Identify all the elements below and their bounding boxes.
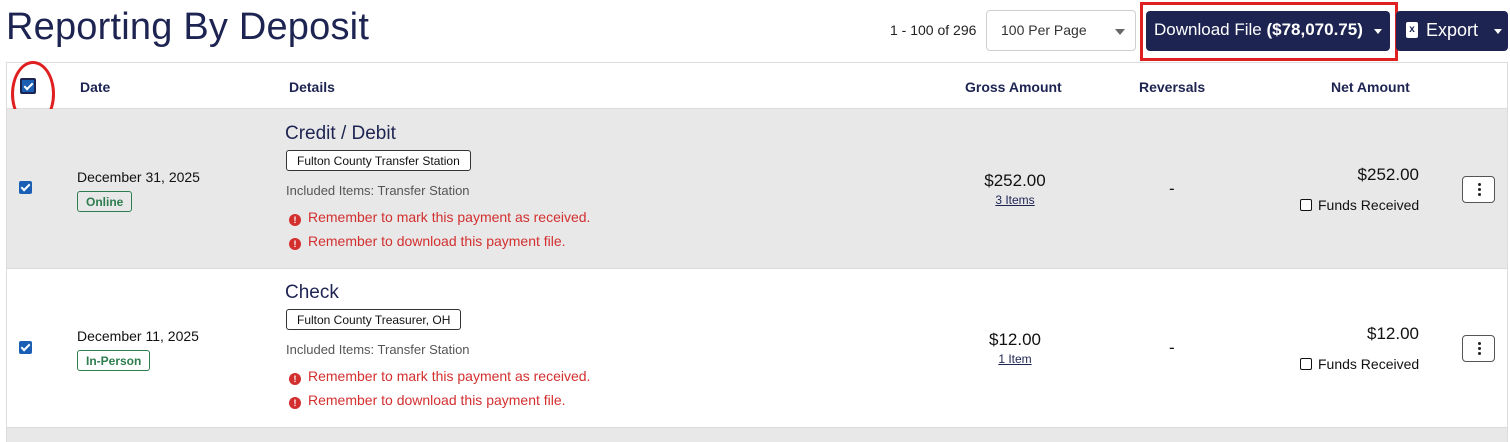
channel-badge: In-Person xyxy=(77,350,151,371)
gross-amount: $12.00 xyxy=(989,330,1041,349)
warning-text: Remember to mark this payment as receive… xyxy=(308,368,591,384)
column-gross-amount[interactable]: Gross Amount xyxy=(965,79,1062,95)
funds-received-label: Funds Received xyxy=(1318,356,1420,372)
warning-message: ! Remember to mark this payment as receiv… xyxy=(289,209,590,226)
warning-message: ! Remember to mark this payment as receiv… xyxy=(289,368,590,385)
gross-amount: $252.00 xyxy=(984,171,1046,190)
location-badge: Fulton County Transfer Station xyxy=(286,150,471,171)
warning-text: Remember to mark this payment as receive… xyxy=(308,209,591,225)
table-row xyxy=(7,428,1507,442)
kebab-menu-icon xyxy=(1478,183,1481,186)
net-amount: $12.00 xyxy=(1367,324,1419,343)
included-items: Included Items: Transfer Station xyxy=(286,183,470,198)
warning-message: ! Remember to download this payment file. xyxy=(289,392,566,409)
page-title: Reporting By Deposit xyxy=(6,6,370,48)
table-row: December 11, 2025 In-Person Check Fulton… xyxy=(7,269,1507,428)
warning-text: Remember to download this payment file. xyxy=(308,392,566,408)
included-items: Included Items: Transfer Station xyxy=(286,342,470,357)
row-checkbox[interactable] xyxy=(19,341,32,354)
payment-method: Credit / Debit xyxy=(285,123,396,144)
items-link[interactable]: 3 Items xyxy=(955,193,1075,207)
exclamation-circle-icon: ! xyxy=(289,373,301,385)
reversals-value: - xyxy=(1169,338,1175,357)
export-label: Export xyxy=(1426,20,1479,40)
table-row: December 31, 2025 Online Credit / Debit … xyxy=(7,109,1507,269)
exclamation-circle-icon: ! xyxy=(289,214,301,226)
items-link[interactable]: 1 Item xyxy=(955,352,1075,366)
excel-file-icon: x xyxy=(1406,22,1418,38)
deposits-table: Date Details Gross Amount Reversals Net … xyxy=(6,61,1508,442)
funds-received-label: Funds Received xyxy=(1318,197,1420,213)
row-actions-button[interactable] xyxy=(1462,176,1495,203)
per-page-select[interactable]: 100 Per Page xyxy=(986,10,1136,51)
chevron-down-icon xyxy=(1115,29,1125,35)
payment-method: Check xyxy=(285,282,339,303)
exclamation-circle-icon: ! xyxy=(289,397,301,409)
column-reversals: Reversals xyxy=(1139,79,1206,95)
column-details: Details xyxy=(289,79,335,95)
export-button[interactable]: x Export xyxy=(1396,11,1508,51)
row-checkbox[interactable] xyxy=(19,181,32,194)
warning-text: Remember to download this payment file. xyxy=(308,233,566,249)
reversals-value: - xyxy=(1169,179,1175,198)
deposit-date: December 11, 2025 xyxy=(77,328,199,344)
channel-badge: Online xyxy=(77,191,133,212)
row-actions-button[interactable] xyxy=(1462,335,1495,362)
download-amount: ($78,070.75) xyxy=(1266,20,1363,39)
download-file-button[interactable]: Download File ($78,070.75) xyxy=(1146,11,1390,51)
kebab-menu-icon xyxy=(1478,342,1481,345)
net-amount: $252.00 xyxy=(1357,165,1419,184)
checkbox-icon xyxy=(1300,199,1312,211)
download-label: Download File xyxy=(1154,20,1262,39)
checkbox-icon xyxy=(1300,358,1312,370)
pagination-range: 1 - 100 of 296 xyxy=(890,22,977,38)
location-badge: Fulton County Treasurer, OH xyxy=(286,309,462,330)
column-date[interactable]: Date xyxy=(80,79,110,95)
funds-received-checkbox[interactable]: Funds Received xyxy=(1300,197,1419,213)
exclamation-circle-icon: ! xyxy=(289,238,301,250)
warning-message: ! Remember to download this payment file. xyxy=(289,233,566,250)
select-all-checkbox[interactable] xyxy=(20,78,36,94)
table-header: Date Details Gross Amount Reversals Net … xyxy=(7,61,1507,127)
column-net-amount[interactable]: Net Amount xyxy=(1331,79,1410,95)
caret-down-icon xyxy=(1494,29,1502,34)
per-page-value: 100 Per Page xyxy=(1001,22,1087,38)
funds-received-checkbox[interactable]: Funds Received xyxy=(1300,356,1419,372)
caret-down-icon xyxy=(1374,29,1382,34)
deposit-date: December 31, 2025 xyxy=(77,169,200,185)
